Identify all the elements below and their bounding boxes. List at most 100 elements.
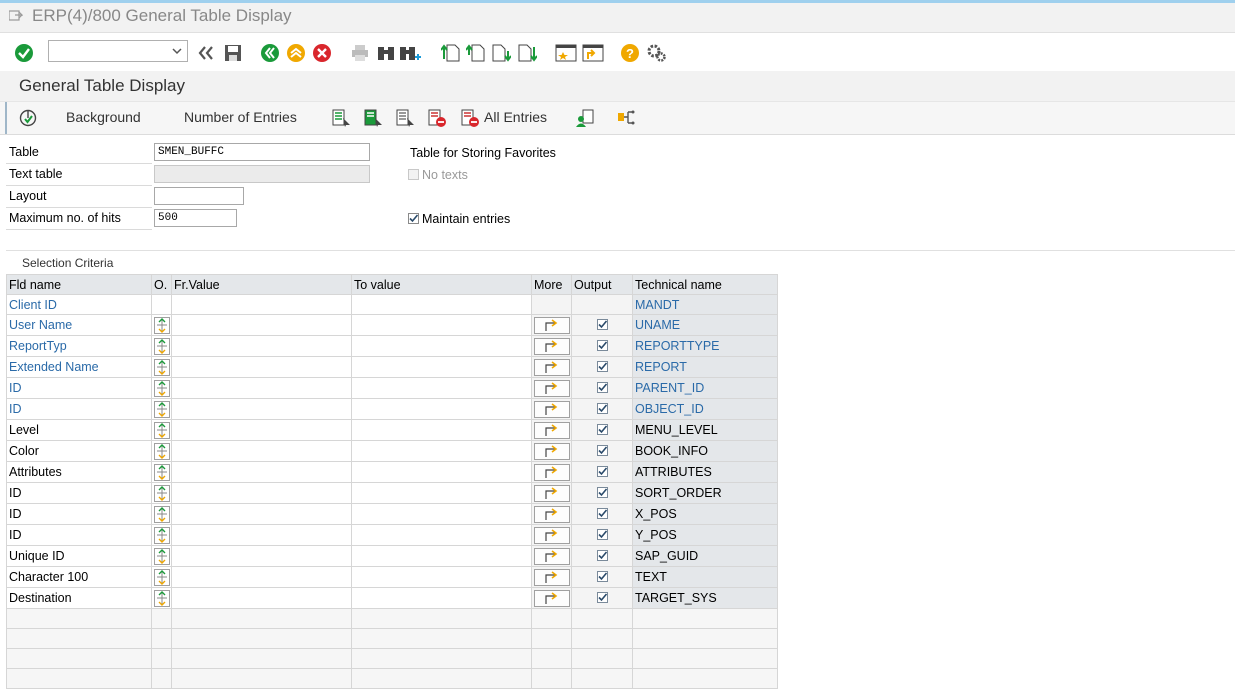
multiple-selection-button[interactable]	[533, 338, 570, 355]
from-value-input[interactable]	[171, 294, 352, 315]
output-cell[interactable]	[571, 482, 633, 504]
output-checkbox[interactable]	[596, 487, 608, 498]
option-cell[interactable]	[151, 377, 172, 399]
option-cell[interactable]	[151, 314, 172, 336]
more-cell[interactable]	[531, 335, 572, 357]
chevron-down-icon[interactable]	[171, 45, 183, 57]
maintain-entries-checkbox[interactable]	[408, 213, 419, 224]
output-checkbox[interactable]	[596, 403, 608, 414]
to-value-input[interactable]	[351, 566, 532, 588]
from-value-input[interactable]	[171, 524, 352, 546]
hierarchy-icon[interactable]	[616, 108, 636, 128]
first-page-icon[interactable]	[440, 42, 462, 64]
table-input[interactable]: SMEN_BUFFC	[154, 143, 370, 161]
multiple-selection-button[interactable]	[533, 380, 570, 397]
multiple-selection-button[interactable]	[533, 548, 570, 565]
selection-option-icon[interactable]	[153, 485, 170, 502]
output-cell[interactable]	[571, 461, 633, 483]
from-value-input[interactable]	[171, 419, 352, 441]
multiple-selection-button[interactable]	[533, 317, 570, 334]
option-cell[interactable]	[151, 503, 172, 525]
more-cell[interactable]	[531, 377, 572, 399]
output-cell[interactable]	[571, 419, 633, 441]
to-value-input[interactable]	[351, 314, 532, 336]
command-field[interactable]	[48, 40, 188, 62]
select-all-icon[interactable]	[331, 108, 351, 128]
selection-option-icon[interactable]	[153, 548, 170, 565]
more-cell[interactable]	[531, 545, 572, 567]
more-cell[interactable]	[531, 524, 572, 546]
from-value-input[interactable]	[171, 587, 352, 609]
all-entries-icon[interactable]	[460, 108, 480, 128]
output-checkbox[interactable]	[596, 466, 608, 477]
settings-gear-icon[interactable]	[645, 42, 667, 64]
more-cell[interactable]	[531, 356, 572, 378]
output-cell[interactable]	[571, 503, 633, 525]
enter-icon[interactable]	[13, 42, 35, 64]
fld-name-header[interactable]: Fld name	[6, 274, 152, 295]
more-cell[interactable]	[531, 314, 572, 336]
output-checkbox[interactable]	[596, 340, 608, 351]
more-cell[interactable]	[531, 440, 572, 462]
option-cell[interactable]	[151, 356, 172, 378]
user-settings-icon[interactable]	[575, 108, 595, 128]
to-value-input[interactable]	[351, 503, 532, 525]
delete-selection-icon[interactable]	[427, 108, 447, 128]
selection-option-icon[interactable]	[153, 527, 170, 544]
output-cell[interactable]	[571, 566, 633, 588]
from-value-input[interactable]	[171, 545, 352, 567]
output-checkbox[interactable]	[596, 424, 608, 435]
more-header[interactable]: More	[531, 274, 572, 295]
output-checkbox[interactable]	[596, 319, 608, 330]
multiple-selection-button[interactable]	[533, 464, 570, 481]
more-cell[interactable]	[531, 398, 572, 420]
option-cell[interactable]	[151, 482, 172, 504]
to-value-input[interactable]	[351, 398, 532, 420]
to-value-input[interactable]	[351, 294, 532, 315]
option-cell[interactable]	[151, 440, 172, 462]
number-of-entries-button[interactable]: Number of Entries	[184, 109, 297, 125]
option-cell[interactable]	[151, 524, 172, 546]
option-cell[interactable]	[151, 419, 172, 441]
selection-option-icon[interactable]	[153, 464, 170, 481]
more-cell[interactable]	[531, 587, 572, 609]
multiple-selection-button[interactable]	[533, 569, 570, 586]
save-icon[interactable]	[222, 42, 244, 64]
to-value-input[interactable]	[351, 335, 532, 357]
find-next-icon[interactable]	[399, 42, 421, 64]
multiple-selection-button[interactable]	[533, 401, 570, 418]
output-cell[interactable]	[571, 335, 633, 357]
from-value-input[interactable]	[171, 482, 352, 504]
output-cell[interactable]	[571, 587, 633, 609]
more-cell[interactable]	[531, 503, 572, 525]
select-block-icon[interactable]	[363, 108, 383, 128]
output-cell[interactable]	[571, 398, 633, 420]
more-cell[interactable]	[531, 566, 572, 588]
from-value-input[interactable]	[171, 503, 352, 525]
next-page-icon[interactable]	[490, 42, 512, 64]
option-cell[interactable]	[151, 335, 172, 357]
multiple-selection-button[interactable]	[533, 485, 570, 502]
from-value-input[interactable]	[171, 314, 352, 336]
cancel-icon[interactable]	[311, 42, 333, 64]
output-checkbox[interactable]	[596, 445, 608, 456]
multiple-selection-button[interactable]	[533, 590, 570, 607]
layout-input[interactable]	[154, 187, 244, 205]
menu-icon[interactable]	[9, 10, 23, 22]
find-icon[interactable]	[375, 42, 397, 64]
multiple-selection-button[interactable]	[533, 359, 570, 376]
selection-option-icon[interactable]	[153, 317, 170, 334]
option-cell[interactable]	[151, 461, 172, 483]
output-cell[interactable]	[571, 314, 633, 336]
to-value-input[interactable]	[351, 524, 532, 546]
from-value-input[interactable]	[171, 335, 352, 357]
background-button[interactable]: Background	[66, 109, 141, 125]
deselect-all-icon[interactable]	[395, 108, 415, 128]
to-value-input[interactable]	[351, 440, 532, 462]
output-checkbox[interactable]	[596, 529, 608, 540]
to-value-input[interactable]	[351, 377, 532, 399]
option-cell[interactable]	[151, 398, 172, 420]
from-value-input[interactable]	[171, 566, 352, 588]
technical-name-header[interactable]: Technical name	[632, 274, 778, 295]
output-cell[interactable]	[571, 377, 633, 399]
